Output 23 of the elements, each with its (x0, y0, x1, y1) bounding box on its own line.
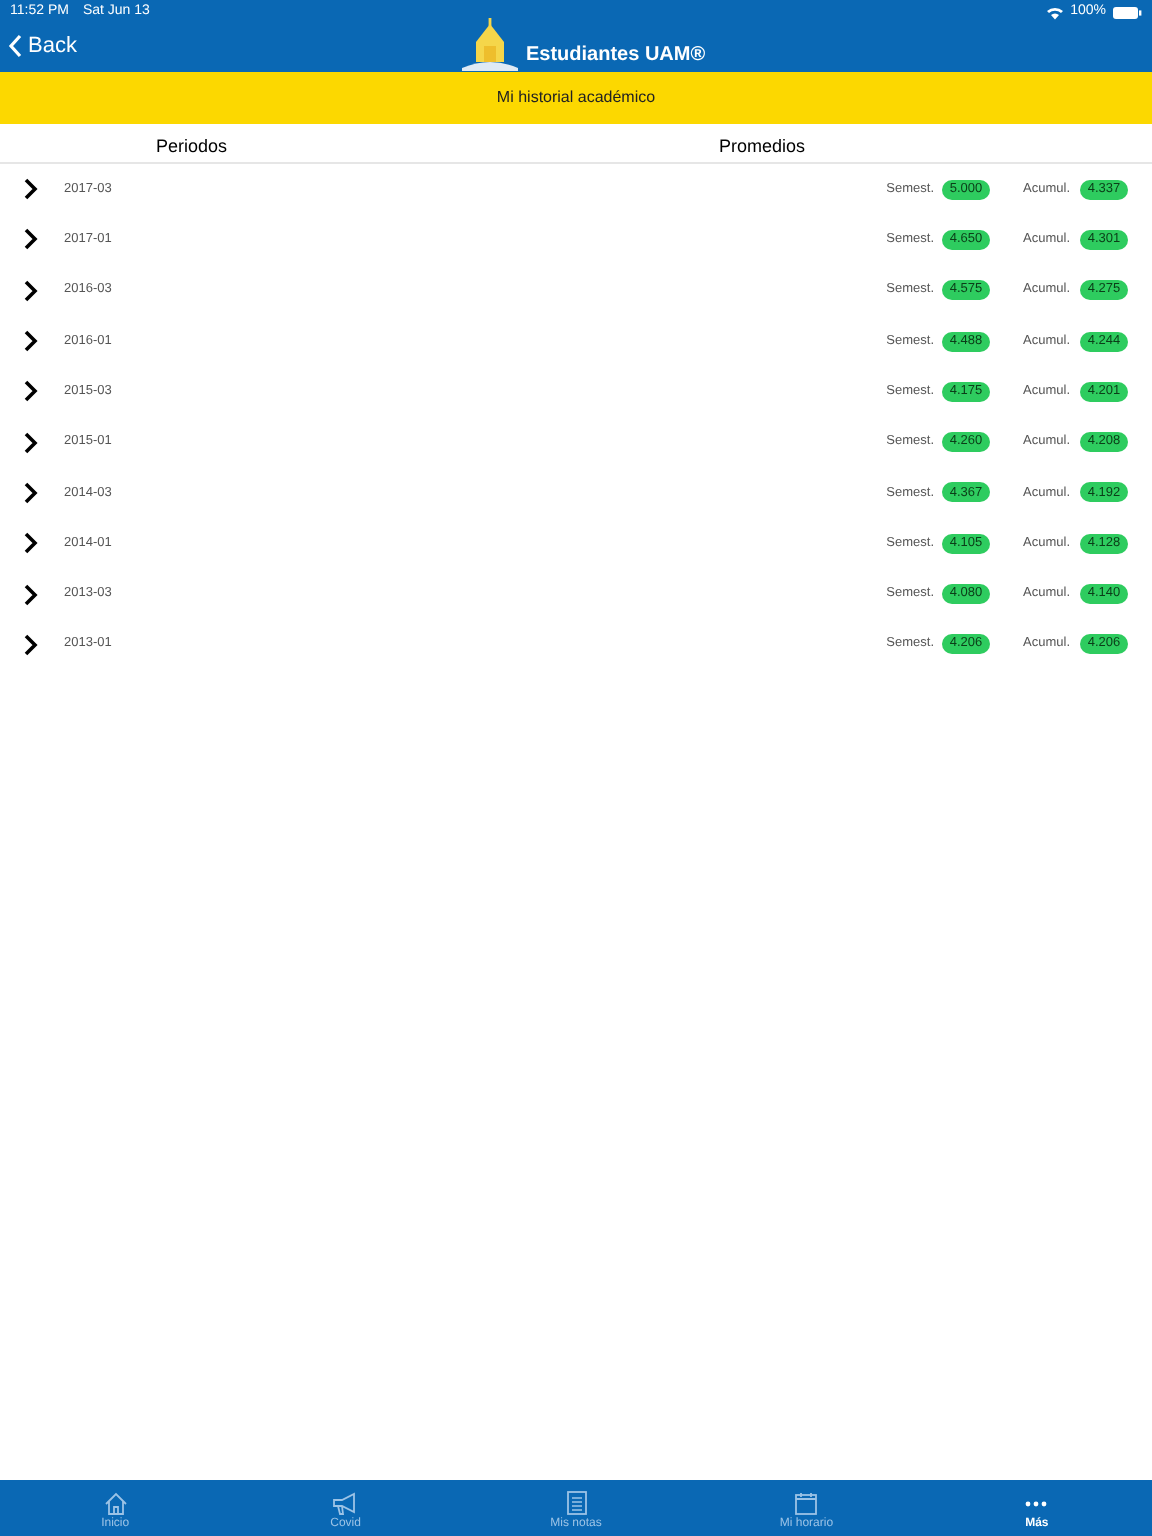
chevron-icon[interactable] (24, 583, 38, 606)
chevron-icon[interactable] (24, 330, 38, 353)
megaphone-icon (332, 1492, 359, 1516)
chevron-icon[interactable] (24, 481, 38, 504)
chevron-icon[interactable] (24, 380, 38, 403)
chevron-icon[interactable] (24, 633, 38, 656)
chevron-icon[interactable] (24, 228, 38, 251)
banner-title: Mi historial académico (496, 86, 656, 110)
chevron-icon[interactable] (24, 532, 38, 555)
chevron-icon[interactable] (24, 431, 38, 454)
school-logo-icon (460, 18, 520, 72)
column-header: Promedios (719, 133, 806, 159)
back-chevron-icon (8, 34, 22, 59)
calendar-icon (794, 1492, 819, 1516)
home-icon (103, 1492, 128, 1516)
chevron-icon[interactable] (24, 178, 38, 201)
document-icon (565, 1490, 587, 1516)
wifi-icon (1046, 6, 1065, 20)
chevron-icon[interactable] (24, 279, 38, 302)
column-header: Periodos (156, 133, 228, 159)
app-title: Estudiantes UAM® (526, 42, 706, 70)
back-button[interactable]: Back (8, 30, 77, 63)
battery-icon (1112, 6, 1142, 20)
